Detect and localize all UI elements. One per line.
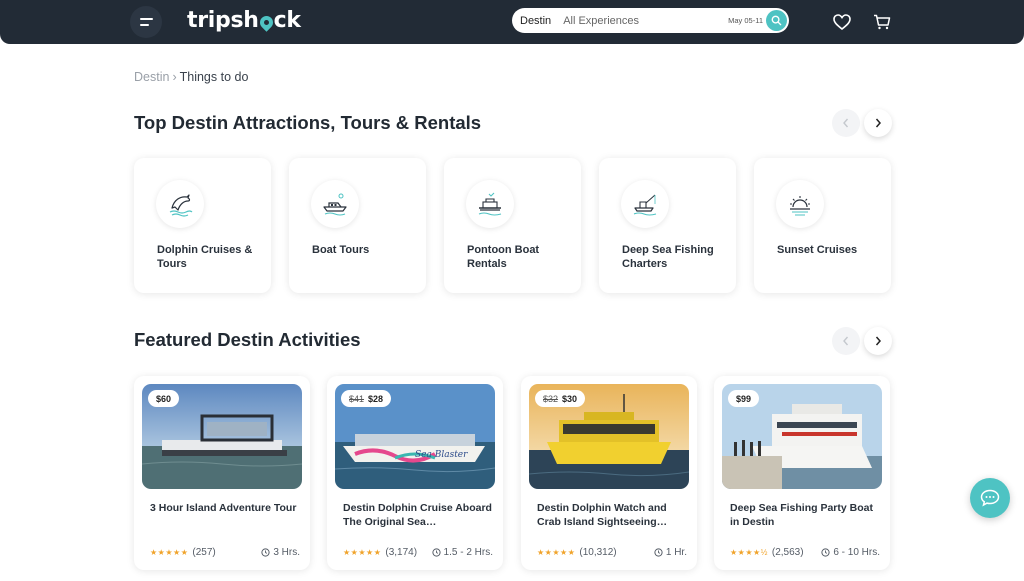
duration: 3 Hrs. bbox=[261, 547, 300, 558]
category-deep-sea-fishing[interactable]: Deep Sea Fishing Charters bbox=[599, 158, 736, 293]
chevron-right-icon bbox=[875, 118, 881, 128]
category-dolphin-cruises[interactable]: Dolphin Cruises & Tours bbox=[134, 158, 271, 293]
duration-text: 6 - 10 Hrs. bbox=[833, 547, 880, 558]
price-badge: $60 bbox=[148, 390, 180, 407]
category-label: Deep Sea Fishing Charters bbox=[622, 244, 714, 270]
price-badge: $41 $28 bbox=[341, 390, 392, 407]
search-icon bbox=[771, 15, 782, 26]
top-header: tripsh ck Destin All Experiences May 05-1… bbox=[0, 0, 1024, 44]
breadcrumb-current: Things to do bbox=[179, 70, 249, 84]
price-original: $41 bbox=[349, 393, 365, 404]
duration: 6 - 10 Hrs. bbox=[821, 547, 880, 558]
chevron-right-icon bbox=[875, 336, 881, 346]
rating-stars: ★★★★½ bbox=[730, 548, 768, 557]
price-current: $28 bbox=[368, 393, 384, 404]
featured-title: Featured Destin Activities bbox=[134, 329, 361, 350]
fishing-boat-icon bbox=[621, 180, 669, 228]
search-date[interactable]: May 05-11 bbox=[728, 16, 763, 25]
menu-line bbox=[140, 18, 153, 20]
clock-icon bbox=[654, 548, 663, 557]
breadcrumb: Destin › Things to do bbox=[134, 70, 248, 84]
logo-pin-icon bbox=[256, 12, 276, 32]
chat-bubble-icon bbox=[980, 489, 1000, 507]
review-count: (10,312) bbox=[579, 547, 617, 558]
price-current: $30 bbox=[562, 393, 578, 404]
menu-line bbox=[140, 24, 149, 26]
chevron-left-icon bbox=[843, 336, 849, 346]
heart-icon bbox=[833, 14, 851, 30]
pontoon-icon bbox=[466, 180, 514, 228]
activity-meta: ★★★★½ (2,563) 6 - 10 Hrs. bbox=[730, 547, 880, 558]
duration-text: 3 Hrs. bbox=[273, 547, 300, 558]
breadcrumb-separator: › bbox=[172, 70, 177, 84]
category-label: Boat Tours bbox=[312, 244, 370, 256]
clock-icon bbox=[821, 548, 830, 557]
category-pontoon-rentals[interactable]: Pontoon Boat Rentals bbox=[444, 158, 581, 293]
search-experience[interactable]: All Experiences bbox=[563, 15, 639, 27]
category-label: Sunset Cruises bbox=[777, 244, 858, 256]
price-current: $99 bbox=[736, 393, 752, 404]
duration-text: 1.5 - 2 Hrs. bbox=[443, 547, 493, 558]
activity-photo: Sea Blaster $41 $28 bbox=[335, 384, 495, 489]
review-count: (3,174) bbox=[385, 547, 418, 558]
review-count: (257) bbox=[192, 547, 216, 558]
activity-title: Destin Dolphin Watch and Crab Island Sig… bbox=[537, 502, 668, 528]
search-button[interactable] bbox=[766, 10, 787, 31]
logo-text-start: tripsh bbox=[187, 7, 259, 33]
featured-prev-button[interactable] bbox=[832, 327, 860, 355]
attractions-next-button[interactable] bbox=[864, 109, 892, 137]
chevron-left-icon bbox=[843, 118, 849, 128]
activity-card[interactable]: Sea Blaster $41 $28 Destin Dolphin Cruise… bbox=[327, 376, 503, 570]
rating-stars: ★★★★★ bbox=[343, 548, 382, 557]
category-label: Pontoon Boat Rentals bbox=[467, 244, 540, 270]
clock-icon bbox=[261, 548, 270, 557]
wishlist-button[interactable] bbox=[831, 11, 853, 33]
sunset-icon bbox=[776, 180, 824, 228]
rating-stars: ★★★★★ bbox=[537, 548, 576, 557]
boat-icon bbox=[311, 180, 359, 228]
breadcrumb-destin[interactable]: Destin bbox=[134, 70, 169, 84]
attractions-prev-button[interactable] bbox=[832, 109, 860, 137]
chat-button[interactable] bbox=[970, 478, 1010, 518]
activity-card[interactable]: $60 3 Hour Island Adventure Tour ★★★★★ (… bbox=[134, 376, 310, 570]
activity-meta: ★★★★★ (257) 3 Hrs. bbox=[150, 547, 300, 558]
svg-text:Sea Blaster: Sea Blaster bbox=[415, 450, 468, 460]
activity-photo: $60 bbox=[142, 384, 302, 489]
attractions-title: Top Destin Attractions, Tours & Rentals bbox=[134, 112, 482, 133]
search-location[interactable]: Destin bbox=[520, 15, 561, 27]
search-bar[interactable]: Destin All Experiences May 05-11 bbox=[512, 8, 789, 33]
dolphin-icon bbox=[156, 180, 204, 228]
logo[interactable]: tripsh ck bbox=[187, 6, 301, 34]
cart-icon bbox=[874, 14, 891, 30]
price-current: $60 bbox=[156, 393, 172, 404]
category-boat-tours[interactable]: Boat Tours bbox=[289, 158, 426, 293]
activity-title: Deep Sea Fishing Party Boat in Destin bbox=[730, 502, 873, 528]
activity-meta: ★★★★★ (10,312) 1 Hr. bbox=[537, 547, 687, 558]
category-sunset-cruises[interactable]: Sunset Cruises bbox=[754, 158, 891, 293]
price-badge: $99 bbox=[728, 390, 760, 407]
featured-next-button[interactable] bbox=[864, 327, 892, 355]
activity-photo: $99 bbox=[722, 384, 882, 489]
price-badge: $32 $30 bbox=[535, 390, 586, 407]
duration: 1.5 - 2 Hrs. bbox=[431, 547, 493, 558]
cart-button[interactable] bbox=[871, 11, 893, 33]
activity-card[interactable]: $32 $30 Destin Dolphin Watch and Crab Isl… bbox=[521, 376, 697, 570]
rating-stars: ★★★★★ bbox=[150, 548, 189, 557]
duration: 1 Hr. bbox=[654, 547, 687, 558]
category-label: Dolphin Cruises & Tours bbox=[157, 244, 253, 270]
activity-card[interactable]: $99 Deep Sea Fishing Party Boat in Desti… bbox=[714, 376, 890, 570]
activity-meta: ★★★★★ (3,174) 1.5 - 2 Hrs. bbox=[343, 547, 493, 558]
activity-title: Destin Dolphin Cruise Aboard The Origina… bbox=[343, 502, 492, 528]
activity-photo: $32 $30 bbox=[529, 384, 689, 489]
price-original: $32 bbox=[543, 393, 559, 404]
review-count: (2,563) bbox=[771, 547, 804, 558]
menu-button[interactable] bbox=[130, 6, 162, 38]
duration-text: 1 Hr. bbox=[665, 547, 687, 558]
activity-title: 3 Hour Island Adventure Tour bbox=[150, 502, 297, 514]
clock-icon bbox=[431, 548, 441, 557]
logo-text-end: ck bbox=[273, 7, 301, 33]
